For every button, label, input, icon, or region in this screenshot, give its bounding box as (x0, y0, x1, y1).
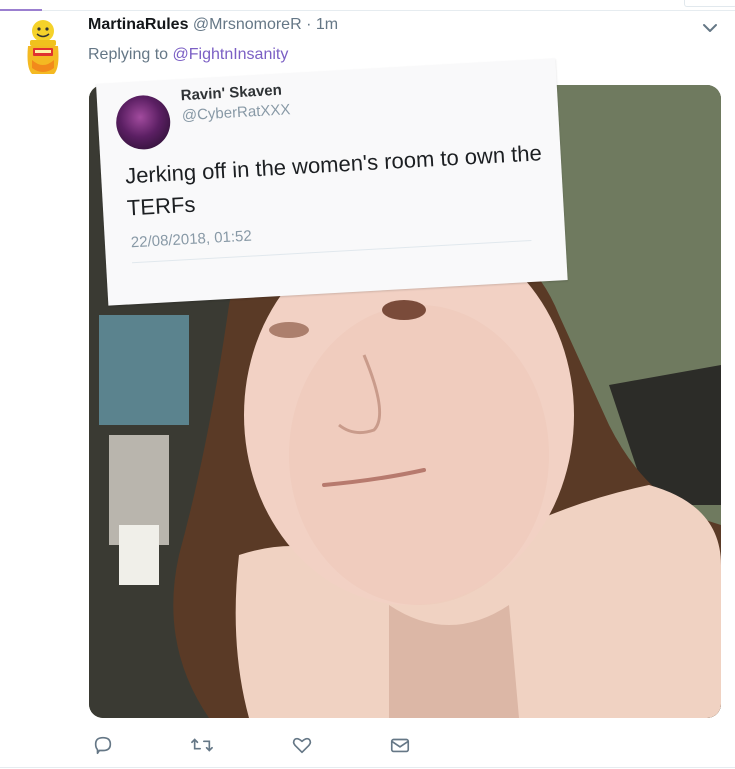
corner-control (684, 0, 735, 7)
replying-to-link[interactable]: @FightnInsanity (173, 46, 289, 63)
retweet-button[interactable] (190, 734, 214, 758)
replying-to-label: Replying to (88, 46, 169, 63)
embedded-handle: @CyberRatXXX (181, 101, 291, 125)
direct-message-button[interactable] (389, 734, 413, 758)
user-avatar[interactable] (18, 18, 68, 78)
embedded-tweet-text: Jerking off in the women's room to own t… (124, 140, 543, 221)
timestamp[interactable]: 1m (316, 16, 338, 33)
honey-jar-avatar-icon (27, 20, 59, 74)
envelope-icon (390, 738, 410, 753)
tweet-actions (0, 734, 735, 762)
active-tab-indicator (0, 9, 42, 11)
tweet-bottom-divider (0, 767, 735, 768)
more-options-button[interactable] (700, 18, 720, 38)
chevron-down-icon (703, 24, 717, 32)
user-handle[interactable]: @MrsnomoreR (193, 16, 302, 33)
tweet-header: MartinaRules @MrsnomoreR · 1m (88, 14, 338, 36)
timeline-divider (0, 10, 735, 11)
separator-dot: · (306, 16, 312, 33)
reply-icon (94, 736, 112, 755)
like-button[interactable] (291, 734, 315, 758)
heart-icon (292, 737, 312, 754)
reply-button[interactable] (92, 734, 116, 758)
embedded-date: 22/08/2018, 01:52 (130, 227, 253, 252)
retweet-icon (191, 738, 213, 752)
embedded-avatar (114, 93, 172, 151)
replying-to-line: Replying to @FightnInsanity (88, 44, 288, 66)
display-name[interactable]: MartinaRules (88, 16, 188, 33)
embedded-display-name: Ravin' Skaven (180, 81, 283, 105)
embedded-tweet-card: Ravin' Skaven @CyberRatXXX Jerking off i… (96, 58, 568, 306)
